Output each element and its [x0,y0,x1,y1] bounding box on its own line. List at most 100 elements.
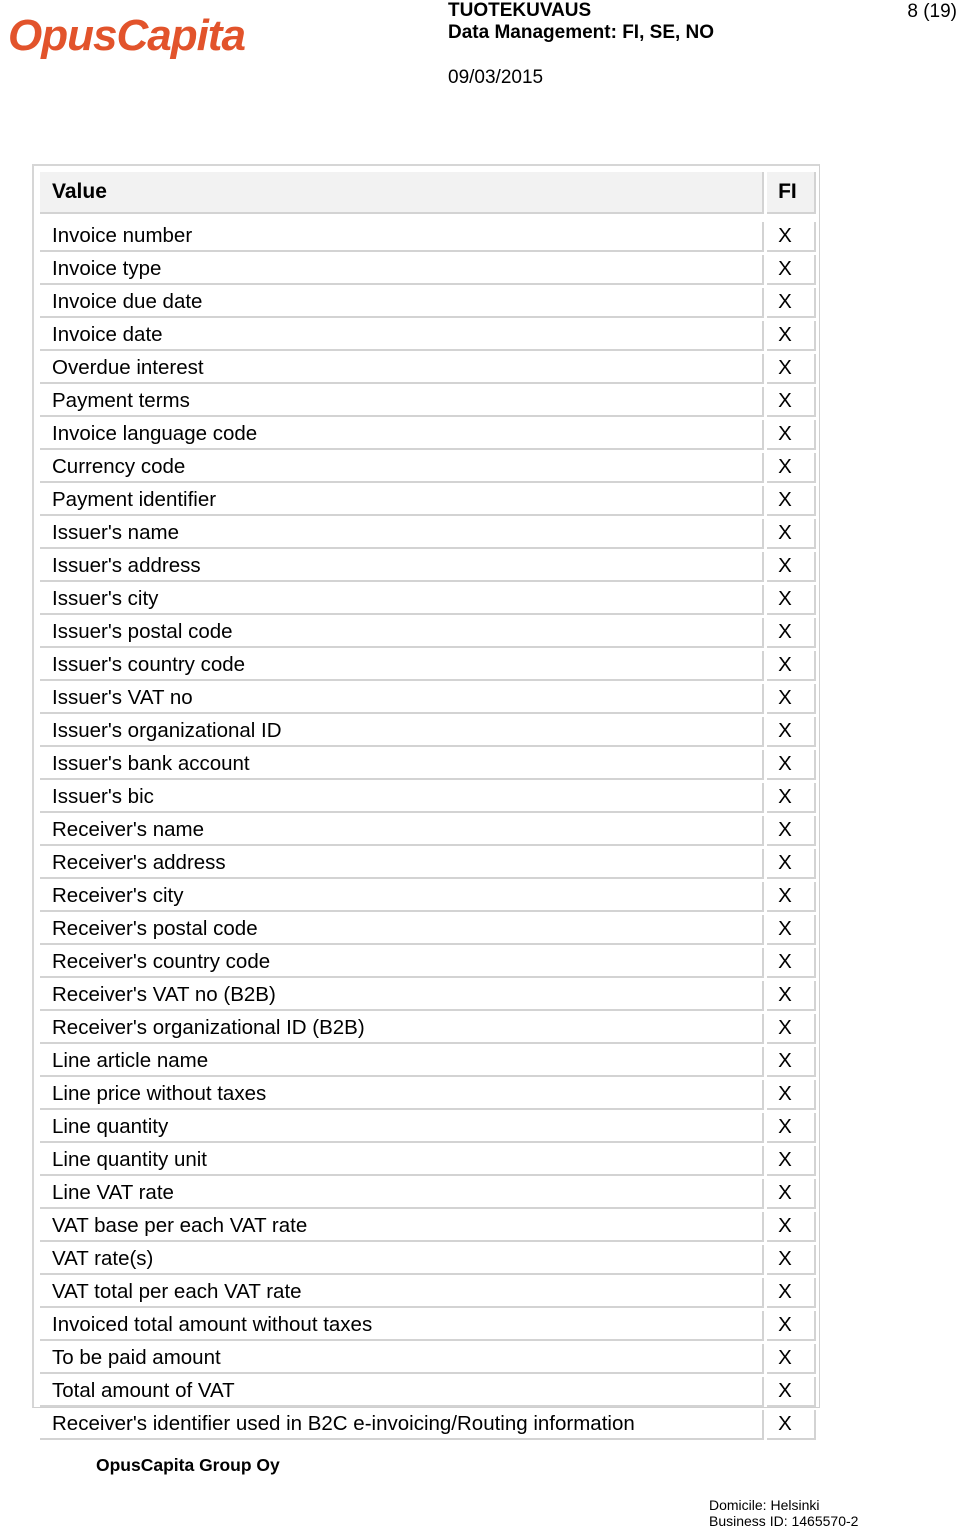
cell-fi: X [767,288,816,318]
cell-value: Issuer's city [40,585,765,615]
cell-fi: X [767,1278,816,1308]
cell-fi: X [767,1179,816,1209]
table-row: Issuer's postal code X [40,618,816,648]
cell-value: Receiver's organizational ID (B2B) [40,1014,765,1044]
logo-text-opus: Opus [8,11,117,60]
cell-value: VAT rate(s) [40,1245,765,1275]
cell-fi: X [767,783,816,813]
cell-fi: X [767,387,816,417]
table-row: Invoiced total amount without taxes X [40,1311,816,1341]
table-row: Receiver's country code X [40,948,816,978]
cell-value: Receiver's identifier used in B2C e-invo… [40,1410,765,1440]
cell-value: Invoiced total amount without taxes [40,1311,765,1341]
cell-fi: X [767,915,816,945]
cell-fi: X [767,1047,816,1077]
document-date: 09/03/2015 [448,67,544,88]
table-row: Receiver's VAT no (B2B) X [40,981,816,1011]
table-row: Invoice due date X [40,288,816,318]
cell-value: Total amount of VAT [40,1377,765,1407]
cell-value: Line quantity [40,1113,765,1143]
table-row: Issuer's name X [40,519,816,549]
cell-value: Invoice date [40,321,765,351]
cell-fi: X [767,684,816,714]
document-title: TUOTEKUVAUS [448,0,592,21]
cell-value: Line article name [40,1047,765,1077]
cell-fi: X [767,1245,816,1275]
cell-value: VAT total per each VAT rate [40,1278,765,1308]
table-row: Issuer's VAT no X [40,684,816,714]
cell-fi: X [767,354,816,384]
cell-value: Issuer's name [40,519,765,549]
header-spacer [40,217,816,219]
table-row: Overdue interest X [40,354,816,384]
cell-fi: X [767,1113,816,1143]
cell-value: Receiver's postal code [40,915,765,945]
cell-value: Issuer's postal code [40,618,765,648]
opuscapita-logo: OpusCapita [8,8,246,64]
cell-fi: X [767,453,816,483]
cell-fi: X [767,585,816,615]
cell-value: Issuer's organizational ID [40,717,765,747]
cell-value: Currency code [40,453,765,483]
cell-fi: X [767,1014,816,1044]
footer-domicile: Domicile: Helsinki [709,1497,820,1513]
cell-value: Receiver's VAT no (B2B) [40,981,765,1011]
cell-value: Issuer's bic [40,783,765,813]
page-number: 8 (19) [907,1,957,22]
table-row: Payment terms X [40,387,816,417]
table-row: Total amount of VAT X [40,1377,816,1407]
cell-fi: X [767,1080,816,1110]
cell-fi: X [767,1344,816,1374]
table-row: VAT total per each VAT rate X [40,1278,816,1308]
table-row: Line price without taxes X [40,1080,816,1110]
table-row: Issuer's bic X [40,783,816,813]
data-fields-table-container: Value FI Invoice number X Invoice type X Inv… [32,164,820,1440]
table-row: VAT base per each VAT rate X [40,1212,816,1242]
cell-fi: X [767,651,816,681]
cell-fi: X [767,519,816,549]
cell-value: Payment terms [40,387,765,417]
table-row: Receiver's postal code X [40,915,816,945]
table-row: To be paid amount X [40,1344,816,1374]
table-row: Receiver's identifier used in B2C e-invo… [40,1410,816,1440]
table-row: Issuer's bank account X [40,750,816,780]
document-subtitle: Data Management: FI, SE, NO [448,22,715,43]
table-row: Payment identifier X [40,486,816,516]
table-row: VAT rate(s) X [40,1245,816,1275]
cell-fi: X [767,1377,816,1407]
cell-value: Receiver's address [40,849,765,879]
table-row: Receiver's city X [40,882,816,912]
table-row: Invoice type X [40,255,816,285]
table-row: Line quantity unit X [40,1146,816,1176]
table-body: Invoice number X Invoice type X Invoice due … [40,222,816,1440]
logo-text-capita: Capita [116,11,245,60]
column-header-fi: FI [767,172,816,214]
cell-value: Issuer's address [40,552,765,582]
cell-value: VAT base per each VAT rate [40,1212,765,1242]
cell-fi: X [767,486,816,516]
cell-fi: X [767,1410,816,1440]
cell-fi: X [767,750,816,780]
footer-business-id: Business ID: 1465570-2 [709,1513,859,1529]
cell-fi: X [767,948,816,978]
table-row: Line VAT rate X [40,1179,816,1209]
table-row: Invoice language code X [40,420,816,450]
cell-fi: X [767,981,816,1011]
cell-fi: X [767,420,816,450]
table-row: Issuer's organizational ID X [40,717,816,747]
table-row: Receiver's address X [40,849,816,879]
cell-value: Receiver's name [40,816,765,846]
cell-value: Line price without taxes [40,1080,765,1110]
data-fields-table: Value FI Invoice number X Invoice type X Inv… [37,169,819,1443]
cell-value: Invoice due date [40,288,765,318]
table-row: Receiver's organizational ID (B2B) X [40,1014,816,1044]
cell-fi: X [767,1212,816,1242]
cell-fi: X [767,255,816,285]
table-row: Invoice date X [40,321,816,351]
cell-fi: X [767,618,816,648]
table-row: Issuer's country code X [40,651,816,681]
table-row: Line quantity X [40,1113,816,1143]
cell-value: Line quantity unit [40,1146,765,1176]
table-row: Currency code X [40,453,816,483]
cell-fi: X [767,1311,816,1341]
